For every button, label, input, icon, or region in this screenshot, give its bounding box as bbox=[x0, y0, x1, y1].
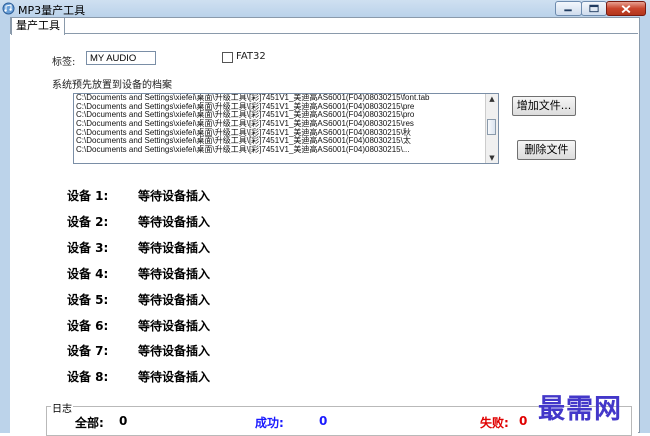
tag-input[interactable] bbox=[86, 51, 156, 65]
total-label: 全部: bbox=[75, 416, 104, 430]
device-status: 等待设备插入 bbox=[138, 370, 211, 385]
minimize-button[interactable] bbox=[555, 1, 582, 16]
tab-mass-production[interactable]: 量产工具 bbox=[11, 17, 65, 35]
add-file-button[interactable]: 增加文件... bbox=[512, 96, 576, 116]
window-border-left bbox=[0, 17, 10, 433]
files-caption: 系统预先放置到设备的档案 bbox=[52, 80, 172, 91]
tag-label: 标签: bbox=[52, 57, 76, 68]
scroll-thumb[interactable] bbox=[487, 119, 496, 135]
file-rows: C:\Documents and Settings\xiefei\桌面\升级工具… bbox=[74, 94, 498, 155]
watermark-logo: 最需网 bbox=[538, 394, 622, 425]
device-label: 设备 7: bbox=[67, 344, 109, 359]
close-icon bbox=[621, 5, 631, 14]
device-label: 设备 4: bbox=[67, 266, 109, 281]
app-window: MP3量产工具 量产工具 标签: FAT32 系统预先放置到设备的档案 C:\D… bbox=[0, 0, 650, 436]
device-status: 等待设备插入 bbox=[138, 240, 211, 255]
maximize-button[interactable] bbox=[581, 1, 607, 16]
close-button[interactable] bbox=[606, 1, 646, 16]
device-status: 等待设备插入 bbox=[138, 318, 211, 333]
fail-value: 0 bbox=[519, 414, 528, 428]
file-list-scrollbar[interactable]: ▲ ▼ bbox=[485, 94, 498, 163]
preload-files-list[interactable]: C:\Documents and Settings\xiefei\桌面\升级工具… bbox=[73, 93, 499, 164]
fat32-label: FAT32 bbox=[236, 51, 266, 62]
device-status: 等待设备插入 bbox=[138, 214, 211, 229]
device-status: 等待设备插入 bbox=[138, 344, 211, 359]
file-list-item[interactable]: C:\Documents and Settings\xiefei\桌面\升级工具… bbox=[74, 145, 498, 155]
device-label: 设备 6: bbox=[67, 318, 109, 333]
scroll-up-icon[interactable]: ▲ bbox=[486, 94, 498, 104]
title-bar[interactable]: MP3量产工具 bbox=[0, 0, 650, 17]
delete-file-button[interactable]: 删除文件 bbox=[517, 140, 576, 160]
device-label: 设备 1: bbox=[67, 189, 109, 203]
device-label: 设备 2: bbox=[67, 214, 109, 229]
success-label: 成功: bbox=[255, 416, 284, 430]
device-label: 设备 8: bbox=[67, 370, 109, 385]
device-label: 设备 5: bbox=[67, 292, 109, 307]
maximize-icon bbox=[589, 4, 599, 13]
log-legend: 日志 bbox=[51, 400, 73, 415]
app-icon bbox=[2, 2, 15, 15]
device-status: 等待设备插入 bbox=[138, 266, 211, 281]
fail-label: 失败: bbox=[480, 416, 509, 430]
total-value: 0 bbox=[119, 414, 128, 428]
success-value: 0 bbox=[319, 414, 328, 428]
fat32-checkbox[interactable] bbox=[222, 52, 233, 63]
scroll-down-icon[interactable]: ▼ bbox=[486, 153, 498, 163]
window-title: MP3量产工具 bbox=[18, 4, 86, 17]
minimize-icon bbox=[564, 9, 572, 12]
device-label: 设备 3: bbox=[67, 240, 109, 255]
device-status: 等待设备插入 bbox=[138, 189, 211, 203]
device-status: 等待设备插入 bbox=[138, 292, 211, 307]
